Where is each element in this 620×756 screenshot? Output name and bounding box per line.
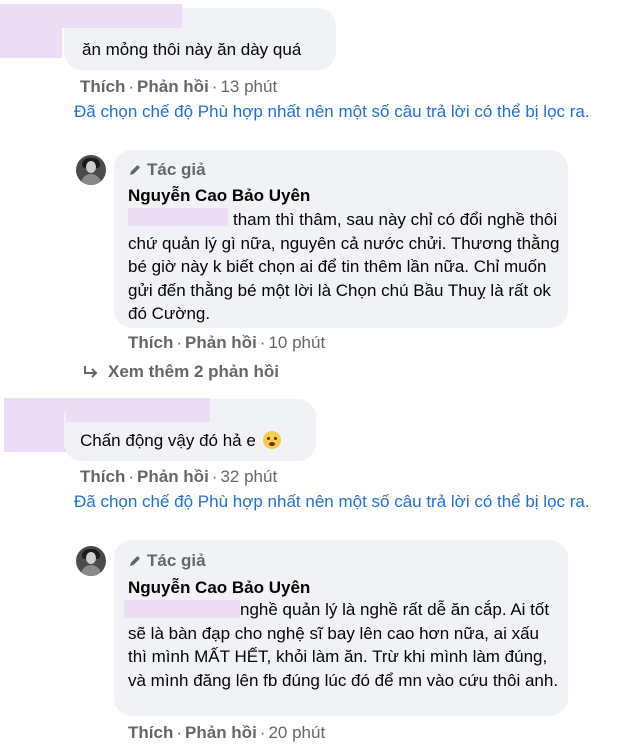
like-button[interactable]: Thích bbox=[80, 467, 125, 486]
timestamp[interactable]: 10 phút bbox=[268, 333, 325, 352]
like-button[interactable]: Thích bbox=[128, 333, 173, 352]
comment-actions: Thích · Phản hồi · 32 phút bbox=[80, 467, 278, 486]
more-replies-label: Xem thêm 2 phản hồi bbox=[108, 362, 279, 381]
redacted-avatar bbox=[4, 398, 66, 452]
astonished-face-emoji bbox=[262, 431, 281, 449]
reply-button[interactable]: Phản hồi bbox=[137, 467, 209, 486]
reply-button[interactable]: Phản hồi bbox=[185, 333, 257, 352]
redacted-commenter-name bbox=[62, 4, 182, 28]
redacted-mention bbox=[124, 600, 240, 618]
reply-button[interactable]: Phản hồi bbox=[185, 723, 257, 742]
reply-button[interactable]: Phản hồi bbox=[137, 77, 209, 96]
avatar[interactable] bbox=[76, 546, 106, 576]
author-badge-label: Tác giả bbox=[147, 160, 206, 179]
more-replies-link[interactable]: Xem thêm 2 phản hồi bbox=[82, 362, 279, 382]
author-badge: Tác giả bbox=[128, 159, 206, 181]
reply-actions: Thích · Phản hồi · 20 phút bbox=[128, 723, 326, 742]
filter-notice: Đã chọn chế độ Phù hợp nhất nên một số c… bbox=[74, 492, 590, 511]
reply-bubble: Tác giả Nguyễn Cao Bảo Uyên nghề quản lý… bbox=[114, 540, 568, 716]
timestamp[interactable]: 13 phút bbox=[220, 77, 277, 96]
author-name[interactable]: Nguyễn Cao Bảo Uyên bbox=[128, 184, 310, 208]
reply-arrow-icon bbox=[84, 366, 98, 378]
redacted-mention bbox=[128, 208, 228, 226]
comment-actions: Thích · Phản hồi · 13 phút bbox=[80, 77, 278, 96]
pencil-icon bbox=[130, 165, 140, 175]
author-badge: Tác giả bbox=[128, 550, 206, 572]
author-name[interactable]: Nguyễn Cao Bảo Uyên bbox=[128, 576, 310, 600]
redacted-commenter-name bbox=[66, 398, 210, 422]
reply-bubble: Tác giả Nguyễn Cao Bảo Uyên tham thì thâ… bbox=[114, 150, 568, 328]
pencil-icon bbox=[130, 556, 140, 566]
comment-text: Chấn động vậy đó hả e bbox=[80, 429, 281, 452]
like-button[interactable]: Thích bbox=[80, 77, 125, 96]
avatar[interactable] bbox=[76, 155, 106, 185]
comment-text: ăn mỏng thôi này ăn dày quá bbox=[82, 40, 302, 59]
timestamp[interactable]: 32 phút bbox=[220, 467, 277, 486]
timestamp[interactable]: 20 phút bbox=[268, 723, 325, 742]
author-badge-label: Tác giả bbox=[147, 551, 206, 570]
redacted-avatar bbox=[0, 4, 62, 58]
reply-actions: Thích · Phản hồi · 10 phút bbox=[128, 333, 326, 352]
filter-notice: Đã chọn chế độ Phù hợp nhất nên một số c… bbox=[74, 102, 590, 121]
like-button[interactable]: Thích bbox=[128, 723, 173, 742]
